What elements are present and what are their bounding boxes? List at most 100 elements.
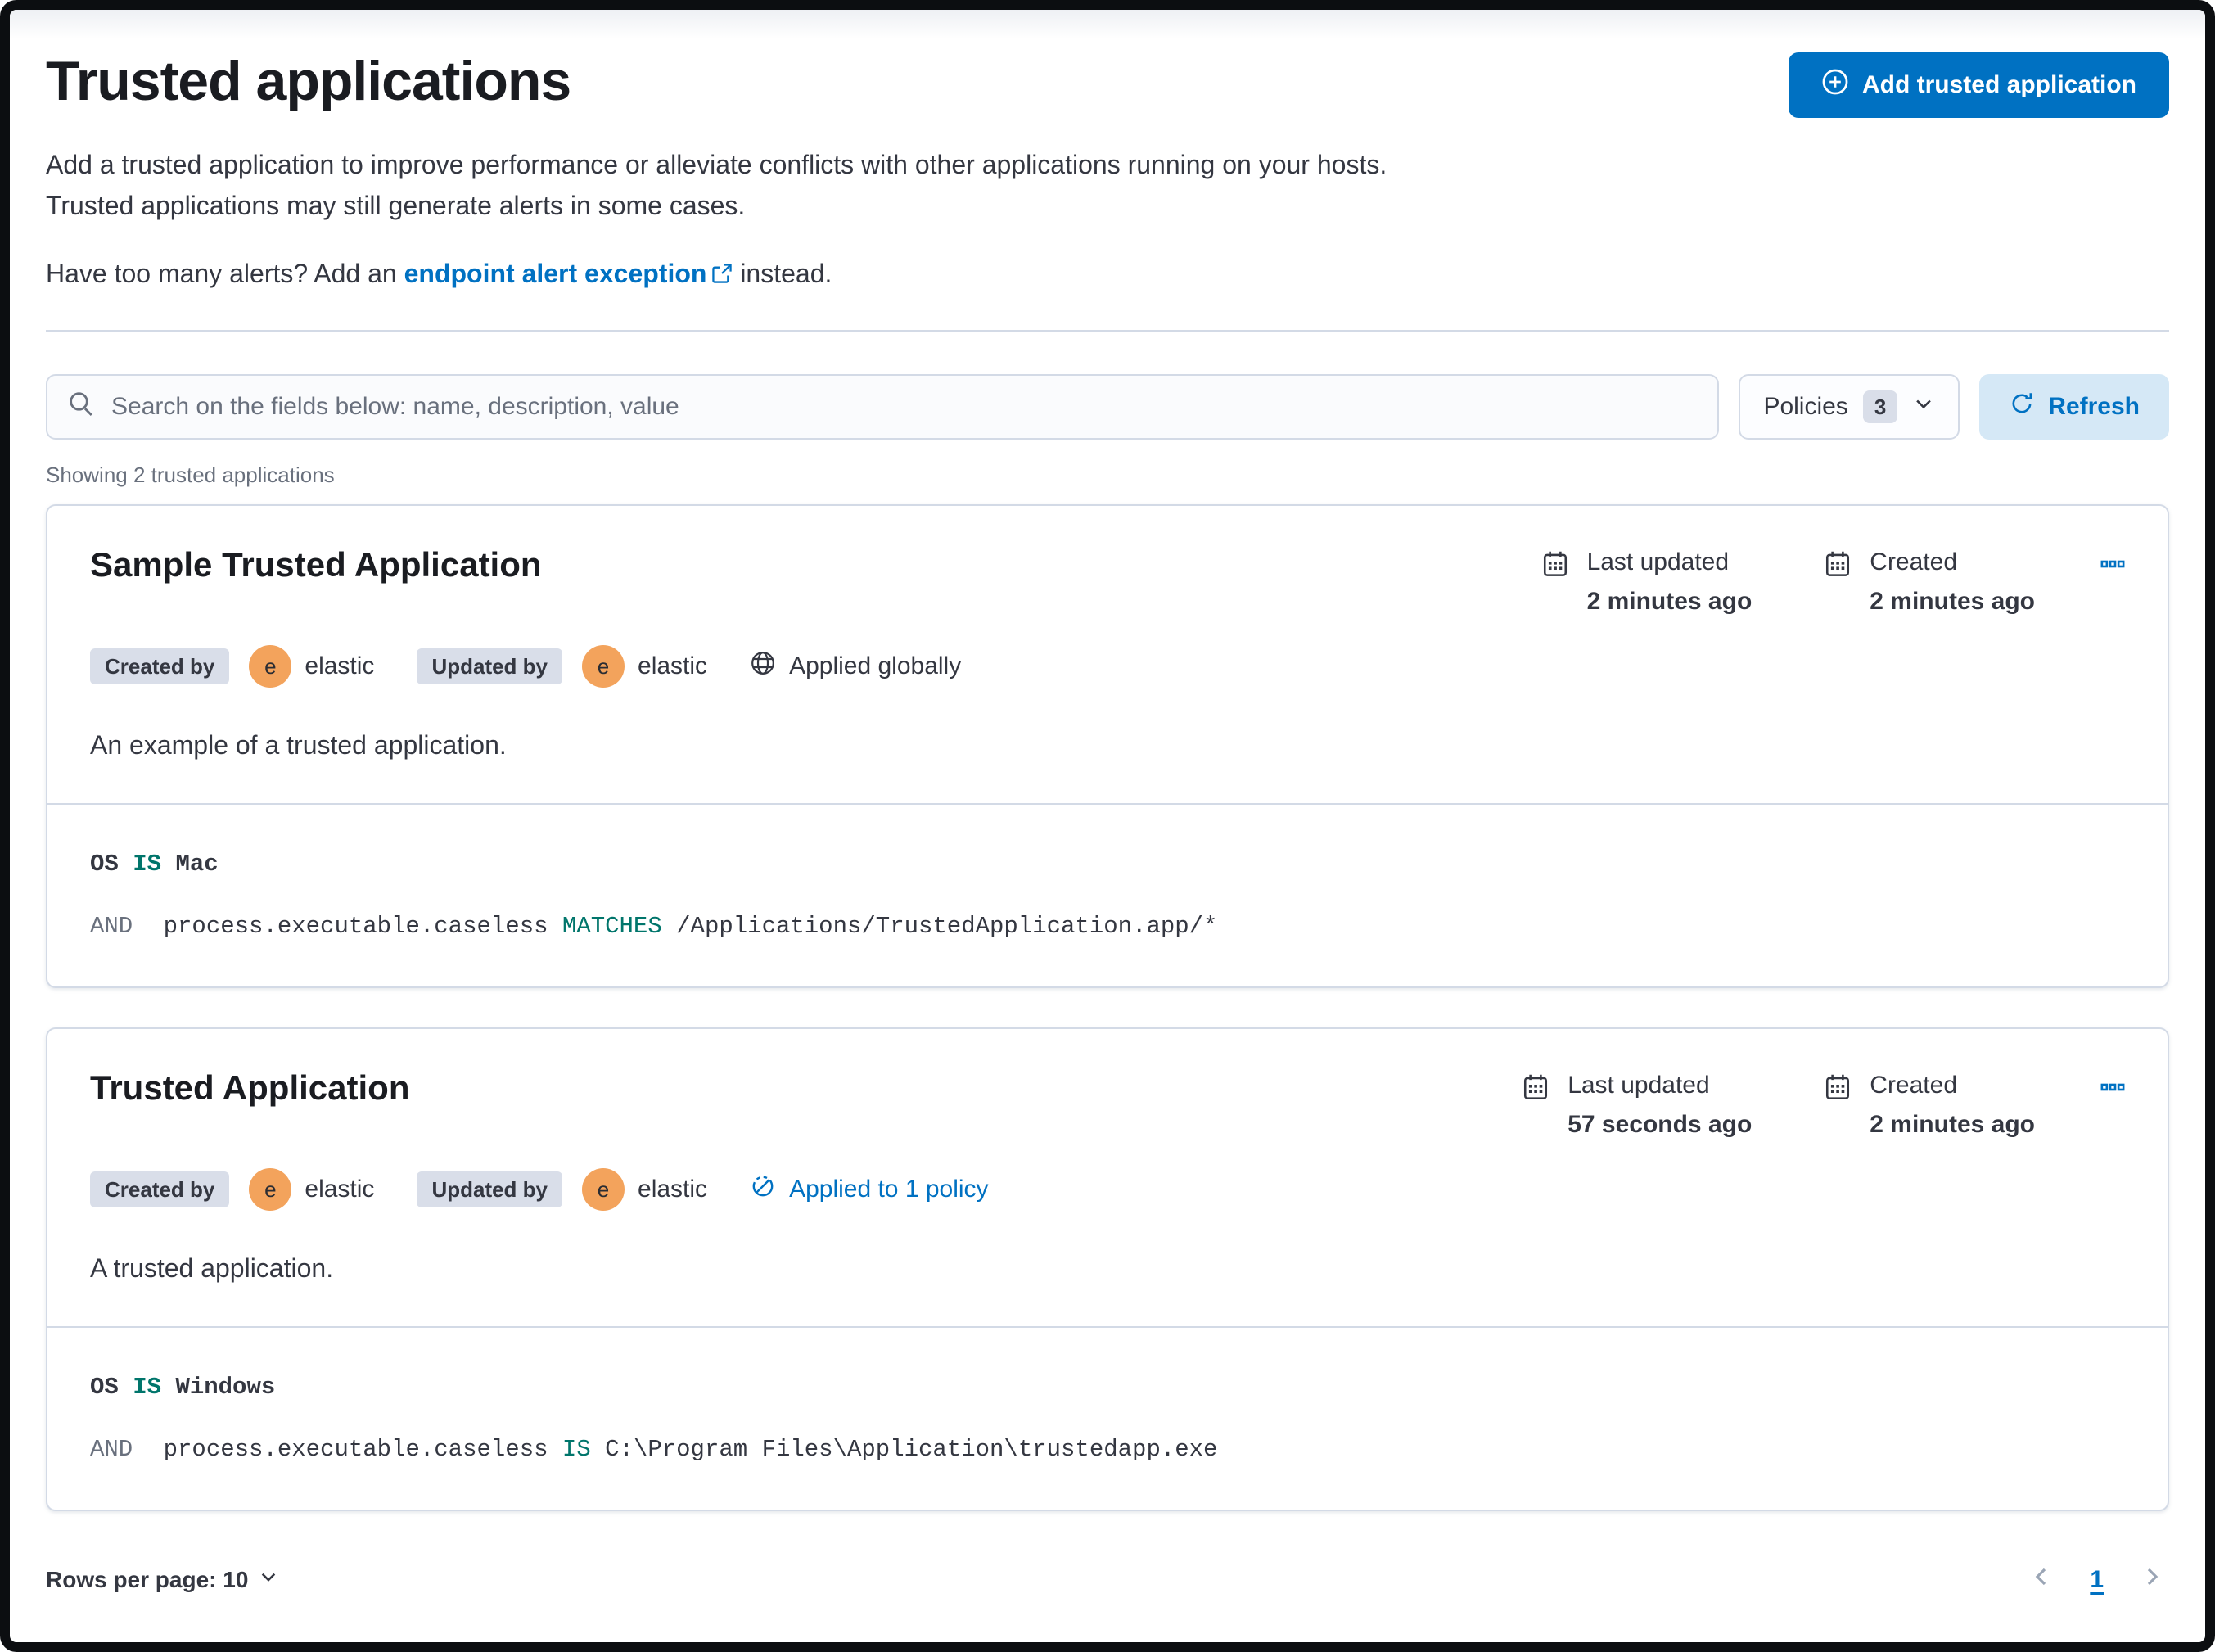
created-value: 2 minutes ago xyxy=(1870,588,2035,615)
policies-filter-button[interactable]: Policies 3 xyxy=(1739,374,1960,440)
condition-line: OS IS Windows xyxy=(90,1370,2125,1405)
card-description: An example of a trusted application. xyxy=(90,730,507,760)
condition-value: /Applications/TrustedApplication.app/* xyxy=(676,913,1218,940)
last-updated-texts: Last updated 57 seconds ago xyxy=(1568,1072,1752,1139)
results-summary: Showing 2 trusted applications xyxy=(46,463,335,487)
calendar-icon xyxy=(1541,550,1569,616)
add-trusted-application-button[interactable]: Add trusted application xyxy=(1788,52,2169,118)
updated-by-badge: Updated by xyxy=(417,648,563,684)
card-header: Trusted Application Last updated 57 seco… xyxy=(47,1029,2168,1326)
last-updated-label: Last updated xyxy=(1586,548,1730,575)
boxes-horizontal-icon xyxy=(2100,1075,2125,1105)
created-by-user: elastic xyxy=(305,1176,375,1203)
card-actions-menu-button[interactable] xyxy=(2097,1072,2128,1108)
updated-by-badge: Updated by xyxy=(417,1171,563,1207)
created-by-badge: Created by xyxy=(90,1171,230,1207)
condition-line: AND process.executable.caseless MATCHES … xyxy=(90,910,2125,944)
card-meta: Last updated 2 minutes ago Created 2 min… xyxy=(1541,545,2128,616)
page-title: Trusted applications xyxy=(46,50,571,112)
previous-page-button[interactable] xyxy=(2024,1560,2057,1599)
search-input[interactable] xyxy=(111,393,1698,421)
last-updated-meta: Last updated 2 minutes ago xyxy=(1541,548,1753,616)
rows-per-page-button[interactable]: Rows per page: 10 xyxy=(46,1566,279,1593)
top-fade-decoration xyxy=(10,10,2205,39)
card-header: Sample Trusted Application Last updated … xyxy=(47,506,2168,803)
condition-operator: IS xyxy=(133,1374,162,1401)
applied-to-policy-link[interactable]: Applied to 1 policy xyxy=(750,1173,989,1206)
header-divider xyxy=(46,330,2169,332)
last-updated-label: Last updated xyxy=(1568,1072,1710,1099)
list-footer: Rows per page: 10 1 xyxy=(46,1560,2169,1599)
created-label: Created xyxy=(1870,1072,1958,1099)
add-trusted-application-label: Add trusted application xyxy=(1861,71,2136,98)
calendar-icon xyxy=(1824,550,1852,616)
condition-field: OS xyxy=(90,1374,119,1401)
calendar-icon xyxy=(1824,1073,1852,1139)
card-top-row: Sample Trusted Application Last updated … xyxy=(90,545,2128,616)
card-title: Trusted Application xyxy=(90,1068,410,1107)
page-number-button[interactable]: 1 xyxy=(2090,1566,2104,1594)
card-conditions: OS IS Windows AND process.executable.cas… xyxy=(47,1328,2168,1510)
created-meta: Created 2 minutes ago xyxy=(1824,1072,2035,1139)
policies-filter-label: Policies xyxy=(1763,393,1848,420)
created-texts: Created 2 minutes ago xyxy=(1870,548,2035,616)
condition-field: process.executable.caseless xyxy=(163,913,548,940)
condition-line: AND process.executable.caseless IS C:\Pr… xyxy=(90,1433,2125,1467)
card-meta: Last updated 57 seconds ago Created 2 mi… xyxy=(1522,1068,2128,1139)
card-actions-menu-button[interactable] xyxy=(2097,548,2128,585)
condition-operator: MATCHES xyxy=(562,913,662,940)
avatar: e xyxy=(582,1168,625,1211)
scope-label: Applied to 1 policy xyxy=(789,1176,989,1203)
globe-icon xyxy=(750,650,776,683)
condition-line: OS IS Mac xyxy=(90,847,2125,882)
card-top-row: Trusted Application Last updated 57 seco… xyxy=(90,1068,2128,1139)
condition-field: process.executable.caseless xyxy=(163,1436,548,1463)
endpoint-alert-exception-link[interactable]: endpoint alert exception xyxy=(404,259,707,288)
created-value: 2 minutes ago xyxy=(1870,1111,2035,1138)
condition-prefix: AND xyxy=(90,913,133,940)
alerts-hint-prefix: Have too many alerts? Add an xyxy=(46,259,397,288)
card-conditions: OS IS Mac AND process.executable.caseles… xyxy=(47,805,2168,986)
condition-value: C:\Program Files\Application\trustedapp.… xyxy=(605,1436,1218,1463)
condition-field: OS xyxy=(90,851,119,878)
card-badge-row: Created by e elastic Updated by e elasti… xyxy=(90,1168,2128,1211)
last-updated-meta: Last updated 57 seconds ago xyxy=(1522,1072,1752,1139)
created-texts: Created 2 minutes ago xyxy=(1870,1072,2035,1139)
created-meta: Created 2 minutes ago xyxy=(1824,548,2035,616)
page-description: Add a trusted application to improve per… xyxy=(46,150,1387,220)
trusted-application-card: Trusted Application Last updated 57 seco… xyxy=(46,1027,2169,1511)
condition-value: Mac xyxy=(175,851,219,878)
policies-count-badge: 3 xyxy=(1862,390,1898,423)
pagination: 1 xyxy=(2024,1560,2169,1599)
partial-circle-icon xyxy=(750,1173,776,1206)
boxes-horizontal-icon xyxy=(2100,552,2125,582)
avatar: e xyxy=(249,645,292,688)
created-by-user: elastic xyxy=(305,652,375,679)
search-box xyxy=(46,374,1720,440)
calendar-icon xyxy=(1522,1073,1550,1139)
refresh-button[interactable]: Refresh xyxy=(1979,374,2169,440)
toolbar: Policies 3 Refresh xyxy=(46,374,2169,440)
refresh-icon xyxy=(2009,390,2035,423)
alerts-hint: Have too many alerts? Add an endpoint al… xyxy=(46,259,2169,291)
search-icon xyxy=(67,390,95,424)
next-page-button[interactable] xyxy=(2136,1560,2169,1599)
chevron-down-icon xyxy=(1912,392,1935,422)
condition-operator: IS xyxy=(133,851,162,878)
condition-prefix: AND xyxy=(90,1436,133,1463)
chevron-down-icon xyxy=(258,1566,279,1593)
created-by-badge: Created by xyxy=(90,648,230,684)
last-updated-value: 57 seconds ago xyxy=(1568,1111,1753,1138)
avatar: e xyxy=(582,645,625,688)
trusted-application-card: Sample Trusted Application Last updated … xyxy=(46,504,2169,988)
viewport: Trusted applications Add trusted applica… xyxy=(0,0,2215,1652)
alerts-hint-suffix: instead. xyxy=(740,259,832,288)
last-updated-value: 2 minutes ago xyxy=(1586,588,1753,615)
page-header: Trusted applications Add trusted applica… xyxy=(46,49,2169,118)
last-updated-texts: Last updated 2 minutes ago xyxy=(1587,548,1753,616)
condition-operator: IS xyxy=(562,1436,591,1463)
created-label: Created xyxy=(1870,548,1958,575)
card-badge-row: Created by e elastic Updated by e elasti… xyxy=(90,645,2128,688)
refresh-label: Refresh xyxy=(2048,393,2140,420)
condition-value: Windows xyxy=(175,1374,276,1401)
